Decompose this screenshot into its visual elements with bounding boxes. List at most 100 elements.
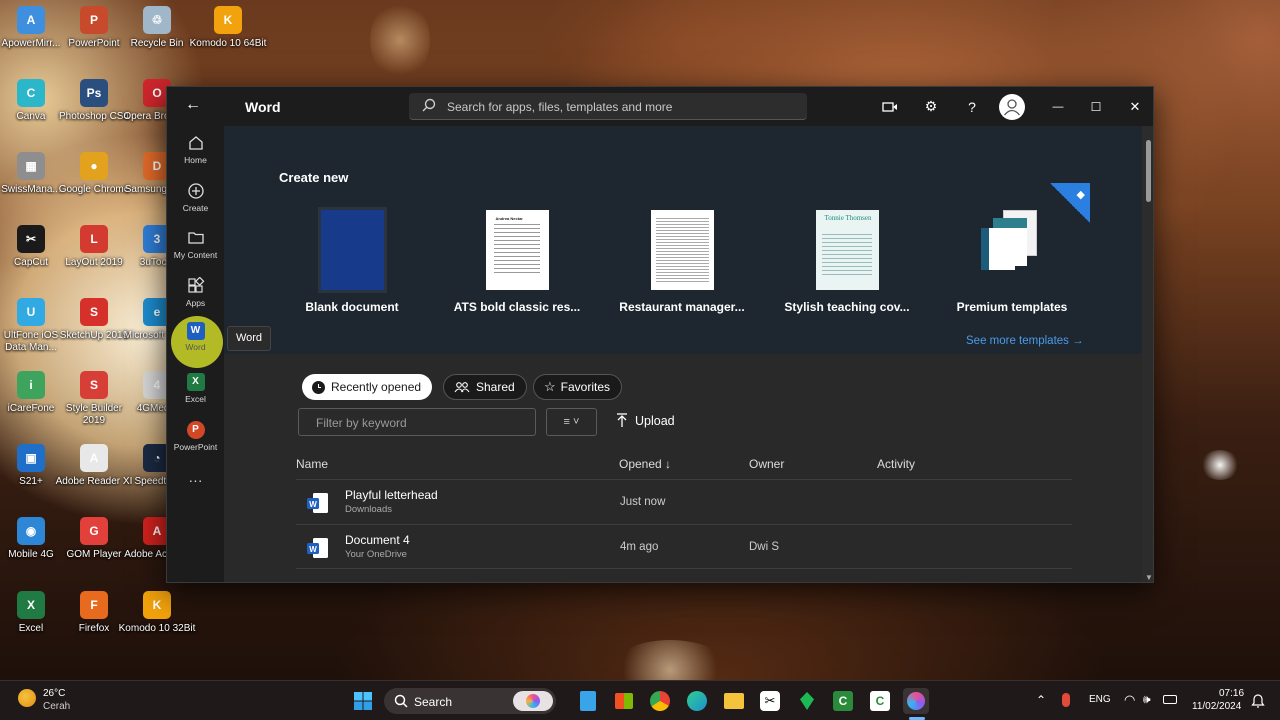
- taskbar: 26°C Cerah Search ✂ C C ⌃ ENG ◠ 🕪 07:16 …: [0, 680, 1280, 720]
- volume-icon[interactable]: 🕪: [1143, 692, 1151, 707]
- rail-label: Create: [182, 203, 209, 213]
- app-title: Word: [245, 99, 281, 115]
- scrollbar-thumb[interactable]: [1146, 140, 1151, 202]
- language-indicator[interactable]: ENG: [1089, 694, 1111, 705]
- rail-label: Excel: [185, 394, 206, 404]
- clock-date[interactable]: 11/02/2024: [1192, 701, 1241, 712]
- more-apps-button[interactable]: ···: [167, 472, 224, 488]
- weather-temp[interactable]: 26°C: [43, 688, 65, 699]
- wifi-icon[interactable]: ◠: [1124, 692, 1135, 708]
- file-owner: Dwi S: [749, 541, 780, 553]
- column-header-activity[interactable]: Activity: [877, 457, 915, 471]
- app-icon: i: [17, 371, 45, 399]
- search-box[interactable]: Search for apps, files, templates and mo…: [409, 93, 807, 120]
- app-icon: S: [80, 371, 108, 399]
- store-icon[interactable]: [611, 688, 637, 714]
- app-icon: ✂: [17, 225, 45, 253]
- camtasia-icon[interactable]: C: [830, 688, 856, 714]
- word-file-icon: W: [307, 493, 328, 513]
- rail-item-create[interactable]: Create: [167, 182, 224, 213]
- template-stylish-teaching[interactable]: Tonnie Thomsen Stylish teaching cov...: [772, 210, 922, 314]
- app-icon: X: [17, 591, 45, 619]
- rail-label: Home: [184, 155, 207, 165]
- minimize-button[interactable]: —: [1039, 87, 1077, 126]
- template-premium[interactable]: ◆ Premium templates: [937, 183, 1090, 314]
- app-icon: U: [17, 298, 45, 326]
- notepad-icon[interactable]: [575, 688, 601, 714]
- weather-sun-icon[interactable]: [18, 689, 36, 707]
- column-header-opened[interactable]: Opened ↓: [619, 457, 671, 471]
- maximize-button[interactable]: ☐: [1077, 87, 1115, 126]
- show-hidden-icons-chevron[interactable]: ⌃: [1036, 693, 1046, 707]
- table-row[interactable]: W Playful letterhead Downloads Just now: [296, 479, 1072, 523]
- template-label: Blank document: [305, 300, 399, 314]
- svg-text:W: W: [309, 500, 317, 509]
- tab-favorites[interactable]: ☆ Favorites: [533, 374, 623, 400]
- desktop-icon-label: Komodo 10 32Bit: [118, 623, 196, 634]
- file-explorer-icon[interactable]: [721, 688, 747, 714]
- copilot-icon[interactable]: [903, 688, 929, 714]
- settings-gear-icon[interactable]: ⚙: [918, 87, 944, 126]
- back-arrow-icon[interactable]: ←: [185, 96, 201, 114]
- template-ats-resume[interactable]: Andrea Nectar ATS bold classic res...: [442, 210, 592, 314]
- thumb-text: Tonnie Thomsen: [824, 214, 872, 222]
- app-icon: ▦: [17, 152, 45, 180]
- rail-label: My Content: [173, 250, 218, 260]
- premium-diamond-icon: ◆: [1050, 183, 1090, 223]
- file-location: Your OneDrive: [345, 549, 407, 560]
- green-app-icon[interactable]: [794, 688, 820, 714]
- desktop-icon-label: Recycle Bin: [130, 38, 184, 49]
- create-new-heading: Create new: [279, 170, 349, 185]
- account-avatar[interactable]: [998, 87, 1026, 126]
- rail-label: Word: [185, 342, 206, 352]
- app-icon: C: [17, 79, 45, 107]
- upload-button[interactable]: Upload: [616, 413, 675, 428]
- template-blank-document[interactable]: Blank document: [277, 210, 427, 314]
- rail-item-my-content[interactable]: My Content: [167, 229, 224, 260]
- desktop-icon[interactable]: ♲ Recycle Bin: [118, 6, 196, 50]
- desktop-icon[interactable]: K Komodo 10 64Bit: [189, 6, 267, 50]
- rail-item-home[interactable]: Home: [167, 134, 224, 165]
- table-row[interactable]: W Document 4 Your OneDrive 4m ago Dwi S: [296, 524, 1072, 568]
- tab-recently-opened[interactable]: Recently opened: [302, 374, 433, 400]
- column-header-owner[interactable]: Owner: [749, 457, 784, 471]
- rail-item-excel[interactable]: X Excel: [167, 373, 224, 404]
- app-icon: ▣: [17, 444, 45, 472]
- template-restaurant-manager[interactable]: Restaurant manager...: [607, 210, 757, 314]
- desktop-icon-label: Komodo 10 64Bit: [189, 38, 267, 49]
- create-new-section: Create new Blank document Andrea Nectar …: [224, 126, 1142, 354]
- desktop-icon[interactable]: K Komodo 10 32Bit: [118, 591, 196, 635]
- word-icon: W: [186, 322, 205, 340]
- rail-item-apps[interactable]: Apps: [167, 277, 224, 308]
- scroll-down-arrow-icon[interactable]: ▼: [1145, 573, 1153, 582]
- tab-shared[interactable]: Shared: [443, 374, 527, 400]
- capcut-icon[interactable]: ✂: [757, 688, 783, 714]
- rail-label: PowerPoint: [173, 442, 218, 452]
- sort-filter-button[interactable]: ≡ ˅: [546, 408, 597, 436]
- taskbar-search-box[interactable]: Search: [384, 688, 556, 714]
- filter-keyword-input[interactable]: Filter by keyword: [298, 408, 536, 436]
- clock-time[interactable]: 07:16: [1219, 688, 1244, 699]
- column-header-name[interactable]: Name: [296, 457, 328, 471]
- template-label: Restaurant manager...: [619, 300, 745, 314]
- rail-item-word[interactable]: W Word: [167, 316, 224, 368]
- word-tooltip: Word: [227, 326, 271, 351]
- app-icon: L: [80, 225, 108, 253]
- edge-icon[interactable]: [684, 688, 710, 714]
- camtasia-recorder-icon[interactable]: C: [867, 688, 893, 714]
- help-icon[interactable]: ?: [959, 87, 985, 126]
- notification-bell-icon[interactable]: [1251, 693, 1265, 708]
- chrome-icon[interactable]: [647, 688, 673, 714]
- start-windows-icon[interactable]: [350, 688, 376, 714]
- battery-icon[interactable]: [1163, 695, 1177, 704]
- see-more-templates-link[interactable]: See more templates →: [966, 335, 1084, 347]
- rail-item-powerpoint[interactable]: P PowerPoint: [167, 421, 224, 452]
- weather-condition[interactable]: Cerah: [43, 701, 70, 712]
- word-file-icon: W: [307, 538, 328, 558]
- present-camera-icon[interactable]: [877, 87, 903, 126]
- app-icon: A: [17, 6, 45, 34]
- close-button[interactable]: ✕: [1115, 87, 1153, 126]
- microphone-icon[interactable]: [1062, 693, 1070, 707]
- app-icon: P: [80, 6, 108, 34]
- vertical-scrollbar[interactable]: ▼: [1142, 126, 1153, 582]
